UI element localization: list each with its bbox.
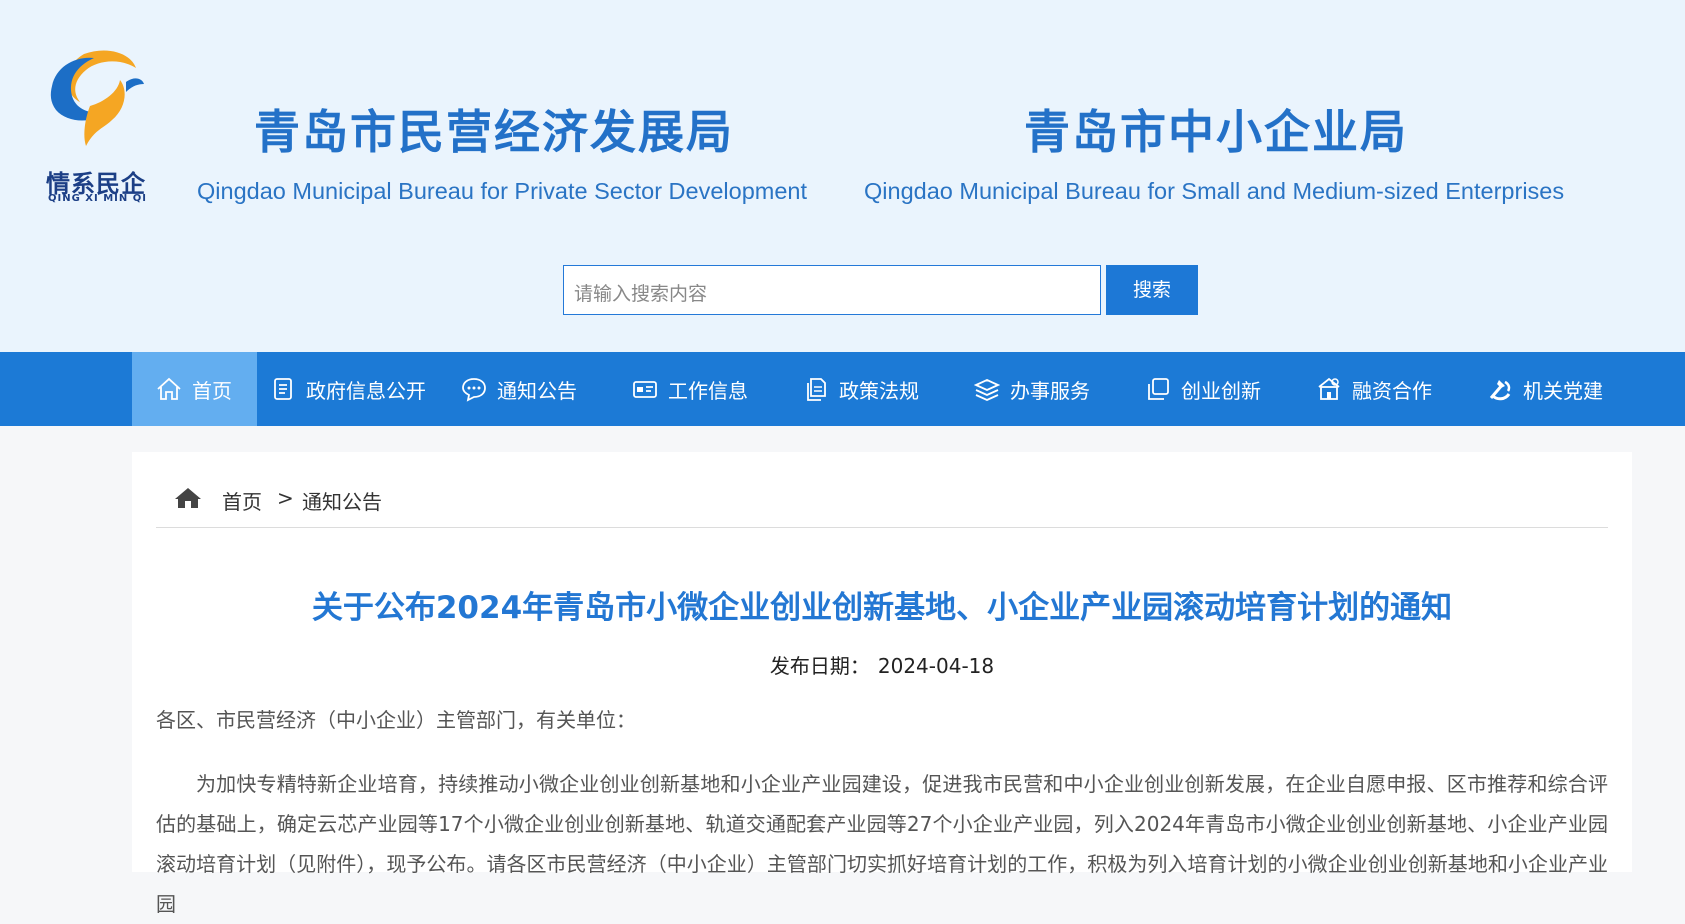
nav-item-notices[interactable]: 通知公告 — [461, 352, 577, 426]
bureau-name-en: Qingdao Municipal Bureau for Private Sec… — [197, 178, 808, 204]
bureau-private-sector: 青岛市民营经济发展局 Qingdao Municipal Bureau for … — [197, 96, 807, 205]
logo-text-en: QING XI MIN QI — [48, 193, 147, 204]
nav-label: 首页 — [192, 378, 232, 403]
nav-item-financing[interactable]: 融资合作 — [1316, 352, 1432, 426]
date-label: 发布日期： — [769, 654, 870, 678]
nav-label: 工作信息 — [668, 378, 748, 403]
search-input[interactable]: 请输入搜索内容 — [563, 265, 1101, 315]
building-icon — [1316, 376, 1342, 402]
home-icon — [156, 376, 182, 402]
bureau-name-cn: 青岛市民营经济发展局 — [254, 105, 734, 159]
nav-item-gov-info[interactable]: 政府信息公开 — [270, 352, 426, 426]
search-button[interactable]: 搜索 — [1106, 265, 1198, 315]
article-body: 为加快专精特新企业培育，持续推动小微企业创业创新基地和小企业产业园建设，促进我市… — [156, 772, 1608, 916]
breadcrumb: 首页 > 通知公告 — [156, 486, 1608, 528]
site-logo[interactable]: 情系民企 QING XI MIN QI — [46, 46, 156, 206]
chat-bubble-icon — [461, 376, 487, 402]
nav-item-work-info[interactable]: 工作信息 — [632, 352, 748, 426]
nav-item-home[interactable]: 首页 — [132, 352, 257, 426]
breadcrumb-separator: > — [277, 486, 294, 510]
file-copy-icon — [803, 376, 829, 402]
breadcrumb-home-link[interactable]: 首页 — [222, 486, 262, 515]
site-header: 情系民企 QING XI MIN QI 青岛市民营经济发展局 Qingdao M… — [0, 0, 1685, 352]
bureau-name-cn: 青岛市中小企业局 — [1024, 105, 1408, 159]
nav-item-party[interactable]: 机关党建 — [1487, 352, 1603, 426]
nav-label: 融资合作 — [1352, 378, 1432, 403]
bureau-name-en: Qingdao Municipal Bureau for Small and M… — [864, 178, 1565, 204]
article-date: 发布日期： 2024-04-18 — [132, 650, 1632, 679]
layers-icon — [974, 376, 1000, 402]
id-card-icon — [632, 376, 658, 402]
article-panel: 首页 > 通知公告 关于公布2024年青岛市小微企业创业创新基地、小企业产业园滚… — [132, 452, 1632, 916]
party-emblem-icon — [1487, 376, 1513, 402]
nav-label: 政府信息公开 — [306, 378, 426, 403]
nav-item-policy[interactable]: 政策法规 — [803, 352, 919, 426]
bureau-sme: 青岛市中小企业局 Qingdao Municipal Bureau for Sm… — [864, 96, 1564, 205]
article-salutation: 各区、市民营经济（中小企业）主管部门，有关单位： — [156, 708, 636, 732]
document-list-icon — [270, 376, 296, 402]
logo-emblem-icon — [50, 50, 144, 146]
breadcrumb-current[interactable]: 通知公告 — [302, 486, 382, 515]
article-title: 关于公布2024年青岛市小微企业创业创新基地、小企业产业园滚动培育计划的通知 — [311, 590, 1453, 626]
nav-label: 政策法规 — [839, 378, 919, 403]
nav-label: 创业创新 — [1181, 378, 1261, 403]
nav-item-entrepreneurship[interactable]: 创业创新 — [1145, 352, 1261, 426]
nav-label: 办事服务 — [1010, 378, 1090, 403]
home-icon[interactable] — [174, 486, 202, 515]
nav-label: 机关党建 — [1523, 378, 1603, 403]
date-value: 2024-04-18 — [877, 654, 995, 678]
nav-item-services[interactable]: 办事服务 — [974, 352, 1090, 426]
nav-label: 通知公告 — [497, 378, 577, 403]
square-copy-icon — [1145, 376, 1171, 402]
main-nav: 首页 政府信息公开 通知公告 工作信息 政策法规 办事服务 创业创新 融资合作 … — [0, 352, 1685, 426]
